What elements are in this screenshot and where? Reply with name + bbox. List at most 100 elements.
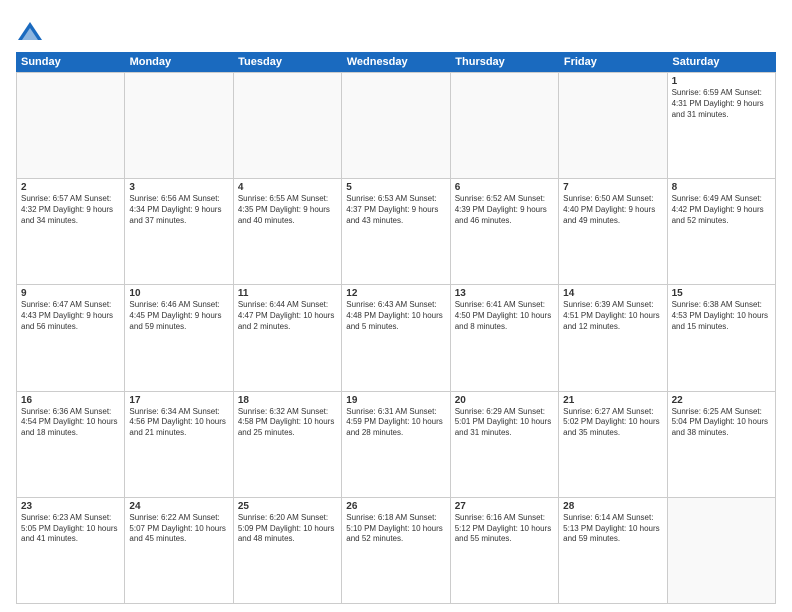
calendar-cell: 3Sunrise: 6:56 AM Sunset: 4:34 PM Daylig… [125,179,233,285]
day-info: Sunrise: 6:53 AM Sunset: 4:37 PM Dayligh… [346,194,445,226]
day-info: Sunrise: 6:34 AM Sunset: 4:56 PM Dayligh… [129,407,228,439]
calendar-cell [125,73,233,179]
calendar-cell: 14Sunrise: 6:39 AM Sunset: 4:51 PM Dayli… [559,285,667,391]
day-number: 4 [238,182,337,193]
calendar-cell: 11Sunrise: 6:44 AM Sunset: 4:47 PM Dayli… [234,285,342,391]
calendar-cell [342,73,450,179]
page: SundayMondayTuesdayWednesdayThursdayFrid… [0,0,792,612]
day-number: 13 [455,288,554,299]
calendar: SundayMondayTuesdayWednesdayThursdayFrid… [16,52,776,604]
calendar-cell: 8Sunrise: 6:49 AM Sunset: 4:42 PM Daylig… [668,179,776,285]
day-number: 9 [21,288,120,299]
day-info: Sunrise: 6:14 AM Sunset: 5:13 PM Dayligh… [563,513,662,545]
day-number: 11 [238,288,337,299]
day-info: Sunrise: 6:39 AM Sunset: 4:51 PM Dayligh… [563,300,662,332]
day-info: Sunrise: 6:23 AM Sunset: 5:05 PM Dayligh… [21,513,120,545]
day-info: Sunrise: 6:32 AM Sunset: 4:58 PM Dayligh… [238,407,337,439]
calendar-cell [668,498,776,604]
calendar-cell: 17Sunrise: 6:34 AM Sunset: 4:56 PM Dayli… [125,392,233,498]
calendar-cell: 7Sunrise: 6:50 AM Sunset: 4:40 PM Daylig… [559,179,667,285]
day-number: 18 [238,395,337,406]
calendar-cell: 23Sunrise: 6:23 AM Sunset: 5:05 PM Dayli… [17,498,125,604]
header-day-friday: Friday [559,52,668,72]
day-info: Sunrise: 6:59 AM Sunset: 4:31 PM Dayligh… [672,88,771,120]
calendar-row-1: 1Sunrise: 6:59 AM Sunset: 4:31 PM Daylig… [17,73,776,179]
calendar-cell: 5Sunrise: 6:53 AM Sunset: 4:37 PM Daylig… [342,179,450,285]
calendar-cell: 10Sunrise: 6:46 AM Sunset: 4:45 PM Dayli… [125,285,233,391]
day-info: Sunrise: 6:16 AM Sunset: 5:12 PM Dayligh… [455,513,554,545]
day-number: 7 [563,182,662,193]
day-number: 28 [563,501,662,512]
day-info: Sunrise: 6:31 AM Sunset: 4:59 PM Dayligh… [346,407,445,439]
calendar-row-2: 2Sunrise: 6:57 AM Sunset: 4:32 PM Daylig… [17,179,776,285]
day-number: 22 [672,395,771,406]
day-info: Sunrise: 6:49 AM Sunset: 4:42 PM Dayligh… [672,194,771,226]
day-number: 2 [21,182,120,193]
header-day-monday: Monday [125,52,234,72]
day-number: 3 [129,182,228,193]
calendar-cell: 21Sunrise: 6:27 AM Sunset: 5:02 PM Dayli… [559,392,667,498]
day-info: Sunrise: 6:20 AM Sunset: 5:09 PM Dayligh… [238,513,337,545]
calendar-cell: 2Sunrise: 6:57 AM Sunset: 4:32 PM Daylig… [17,179,125,285]
day-info: Sunrise: 6:27 AM Sunset: 5:02 PM Dayligh… [563,407,662,439]
calendar-cell [451,73,559,179]
day-info: Sunrise: 6:43 AM Sunset: 4:48 PM Dayligh… [346,300,445,332]
day-number: 20 [455,395,554,406]
calendar-cell: 15Sunrise: 6:38 AM Sunset: 4:53 PM Dayli… [668,285,776,391]
calendar-body: 1Sunrise: 6:59 AM Sunset: 4:31 PM Daylig… [16,72,776,604]
calendar-cell: 13Sunrise: 6:41 AM Sunset: 4:50 PM Dayli… [451,285,559,391]
day-info: Sunrise: 6:22 AM Sunset: 5:07 PM Dayligh… [129,513,228,545]
header-day-saturday: Saturday [667,52,776,72]
calendar-cell: 18Sunrise: 6:32 AM Sunset: 4:58 PM Dayli… [234,392,342,498]
day-number: 19 [346,395,445,406]
day-number: 17 [129,395,228,406]
logo [16,20,48,48]
day-info: Sunrise: 6:18 AM Sunset: 5:10 PM Dayligh… [346,513,445,545]
day-number: 12 [346,288,445,299]
calendar-cell: 22Sunrise: 6:25 AM Sunset: 5:04 PM Dayli… [668,392,776,498]
header [16,16,776,48]
day-info: Sunrise: 6:36 AM Sunset: 4:54 PM Dayligh… [21,407,120,439]
calendar-cell [559,73,667,179]
day-number: 14 [563,288,662,299]
day-number: 6 [455,182,554,193]
calendar-cell: 26Sunrise: 6:18 AM Sunset: 5:10 PM Dayli… [342,498,450,604]
calendar-row-4: 16Sunrise: 6:36 AM Sunset: 4:54 PM Dayli… [17,392,776,498]
logo-icon [16,20,44,48]
calendar-cell: 9Sunrise: 6:47 AM Sunset: 4:43 PM Daylig… [17,285,125,391]
day-info: Sunrise: 6:47 AM Sunset: 4:43 PM Dayligh… [21,300,120,332]
day-info: Sunrise: 6:57 AM Sunset: 4:32 PM Dayligh… [21,194,120,226]
day-number: 27 [455,501,554,512]
calendar-cell: 6Sunrise: 6:52 AM Sunset: 4:39 PM Daylig… [451,179,559,285]
calendar-cell: 24Sunrise: 6:22 AM Sunset: 5:07 PM Dayli… [125,498,233,604]
day-info: Sunrise: 6:55 AM Sunset: 4:35 PM Dayligh… [238,194,337,226]
day-number: 23 [21,501,120,512]
day-info: Sunrise: 6:38 AM Sunset: 4:53 PM Dayligh… [672,300,771,332]
day-number: 21 [563,395,662,406]
calendar-cell: 27Sunrise: 6:16 AM Sunset: 5:12 PM Dayli… [451,498,559,604]
calendar-cell: 28Sunrise: 6:14 AM Sunset: 5:13 PM Dayli… [559,498,667,604]
calendar-cell: 4Sunrise: 6:55 AM Sunset: 4:35 PM Daylig… [234,179,342,285]
day-number: 15 [672,288,771,299]
calendar-cell: 20Sunrise: 6:29 AM Sunset: 5:01 PM Dayli… [451,392,559,498]
header-day-tuesday: Tuesday [233,52,342,72]
day-info: Sunrise: 6:29 AM Sunset: 5:01 PM Dayligh… [455,407,554,439]
day-number: 24 [129,501,228,512]
header-day-sunday: Sunday [16,52,125,72]
day-info: Sunrise: 6:56 AM Sunset: 4:34 PM Dayligh… [129,194,228,226]
calendar-cell: 1Sunrise: 6:59 AM Sunset: 4:31 PM Daylig… [668,73,776,179]
day-number: 1 [672,76,771,87]
day-number: 8 [672,182,771,193]
day-info: Sunrise: 6:50 AM Sunset: 4:40 PM Dayligh… [563,194,662,226]
calendar-cell: 25Sunrise: 6:20 AM Sunset: 5:09 PM Dayli… [234,498,342,604]
header-day-thursday: Thursday [450,52,559,72]
day-number: 16 [21,395,120,406]
day-number: 26 [346,501,445,512]
day-number: 25 [238,501,337,512]
calendar-row-5: 23Sunrise: 6:23 AM Sunset: 5:05 PM Dayli… [17,498,776,604]
day-info: Sunrise: 6:25 AM Sunset: 5:04 PM Dayligh… [672,407,771,439]
calendar-cell [234,73,342,179]
day-info: Sunrise: 6:44 AM Sunset: 4:47 PM Dayligh… [238,300,337,332]
day-info: Sunrise: 6:46 AM Sunset: 4:45 PM Dayligh… [129,300,228,332]
calendar-cell: 12Sunrise: 6:43 AM Sunset: 4:48 PM Dayli… [342,285,450,391]
